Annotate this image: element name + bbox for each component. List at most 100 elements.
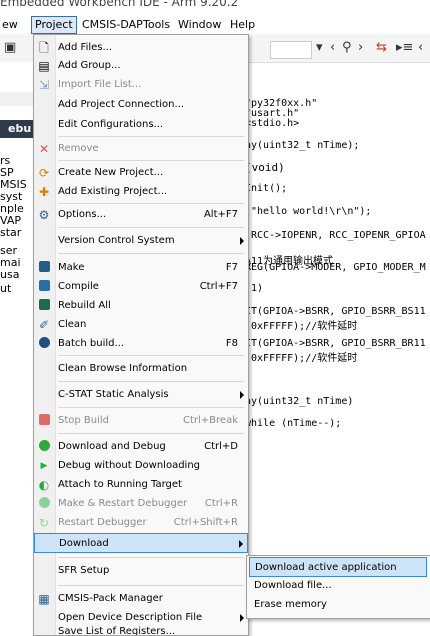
code-line: <stdio.h> [245, 118, 300, 129]
code-line: (void) [245, 161, 285, 174]
submenu-item-download-active-application[interactable]: Download active application [249, 557, 427, 577]
make-icon [37, 261, 51, 275]
next-bookmark-icon[interactable]: ▸≡ [396, 40, 413, 55]
submenu-item-download-file[interactable]: Download file... [249, 576, 427, 596]
menu-item-add-existing-project[interactable]: ✚ Add Existing Project... [34, 182, 248, 202]
menu-item-options[interactable]: ⚙ Options... Alt+F7 [34, 205, 248, 225]
tree-item[interactable]: ut [0, 282, 11, 295]
menu-separator [58, 433, 244, 434]
code-line: IT(GPIOA->BSRR, GPIO_BSRR_BR11 [245, 338, 426, 349]
menu-item-download[interactable]: Download [34, 533, 248, 553]
download-debug-icon [37, 440, 51, 454]
menu-item-clean-browse-information[interactable]: Clean Browse Information [34, 359, 248, 379]
code-line: (0xFFFFF);//软件延时 [245, 321, 358, 332]
back-icon[interactable]: ‹ [330, 40, 335, 55]
menu-project[interactable]: Project [31, 16, 77, 34]
menu-item-edit-configurations[interactable]: Edit Configurations... [34, 115, 248, 135]
menu-item-sfr-setup[interactable]: SFR Setup [34, 561, 248, 581]
submenu-arrow-icon [240, 237, 244, 245]
chevron-down-icon[interactable]: ▾ [316, 40, 323, 55]
menu-item-stop-build[interactable]: Stop Build Ctrl+Break [34, 411, 248, 431]
menu-item-download-and-debug[interactable]: Download and Debug Ctrl+D [34, 437, 248, 457]
remove-icon: ✕ [38, 142, 50, 156]
menu-item-c-stat[interactable]: C-STAT Static Analysis [34, 385, 248, 405]
menu-item-attach-to-running-target[interactable]: ◐ Attach to Running Target [34, 475, 248, 495]
submenu-item-erase-memory[interactable]: Erase memory [249, 595, 427, 615]
debug-no-download-icon: ▶ [40, 461, 48, 471]
menu-window[interactable]: Window [176, 17, 223, 33]
download-submenu: Download active application Download fil… [246, 555, 430, 619]
code-line: REG(GPIOA->MODER, GPIO_MODER_M [245, 262, 426, 273]
menu-item-make-restart-debugger[interactable]: Make & Restart Debugger Ctrl+R [34, 494, 248, 514]
workspace-tab-strip [0, 92, 33, 106]
attach-target-icon: ◐ [38, 478, 50, 492]
menu-separator [58, 227, 244, 228]
menu-item-clean[interactable]: ✐ Clean [34, 315, 248, 335]
forward-icon[interactable]: › [358, 40, 363, 55]
menu-separator [58, 136, 244, 137]
search-icon[interactable]: ⚲ [342, 40, 352, 55]
menu-separator [58, 203, 244, 204]
menu-item-add-files[interactable]: 🗋 Add Files... [34, 38, 248, 58]
make-restart-icon [37, 497, 51, 511]
menu-help[interactable]: Help [228, 17, 257, 33]
menu-separator [58, 557, 244, 558]
menu-separator [58, 253, 244, 254]
menu-item-add-group[interactable]: ▤ Add Group... [34, 56, 248, 76]
submenu-arrow-icon [239, 540, 243, 548]
code-line: IT(GPIOA->BSRR, GPIO_BSRR_BS11 [245, 306, 426, 317]
code-line: Init(); [245, 183, 288, 194]
menu-tools[interactable]: Tools [141, 17, 172, 33]
menu-item-version-control[interactable]: Version Control System [34, 231, 248, 251]
restart-debugger-icon: ↻ [38, 516, 50, 530]
add-files-icon: 🗋 [39, 41, 49, 55]
menu-separator [58, 585, 244, 586]
menu-item-remove[interactable]: ✕ Remove [34, 139, 248, 159]
save-icon[interactable]: ▣ [4, 40, 16, 55]
menu-item-make[interactable]: Make F7 [34, 258, 248, 278]
menu-separator [58, 160, 244, 161]
menu-item-add-project-connection[interactable]: Add Project Connection... [34, 95, 248, 115]
import-file-list-icon: ⇲ [38, 78, 50, 92]
rebuild-icon [37, 299, 51, 313]
menu-separator [58, 355, 244, 356]
submenu-arrow-icon [240, 391, 244, 399]
code-line: ("hello world!\r\n"); [245, 206, 372, 217]
window-title: Embedded Workbench IDE - Arm 9.20.2 [0, 0, 239, 9]
stop-build-icon [37, 414, 51, 428]
code-line: while (nTime--); [245, 418, 342, 429]
workspace-header: ebu [0, 120, 33, 138]
menu-separator [58, 407, 244, 408]
tree-item[interactable]: star [0, 226, 21, 239]
clean-icon: ✐ [38, 318, 50, 332]
code-line: (RCC->IOPENR, RCC_IOPENR_GPIOA [245, 230, 426, 241]
prev-bookmark-icon[interactable]: ‹ [418, 40, 423, 55]
batch-build-icon [37, 337, 51, 351]
menu-item-restart-debugger[interactable]: ↻ Restart Debugger Ctrl+Shift+R [34, 513, 248, 533]
menu-item-create-new-project[interactable]: ⟳ Create New Project... [34, 163, 248, 183]
tree-item[interactable]: usa [0, 268, 19, 281]
menu-item-cmsis-pack-manager[interactable]: ▦ CMSIS-Pack Manager [34, 589, 248, 609]
workspace-pane: ebu rs SP MSIS syst nple VAP star ser ma… [0, 62, 34, 634]
menu-view-partial[interactable]: ew [0, 17, 20, 33]
menu-item-compile[interactable]: Compile Ctrl+F7 [34, 277, 248, 297]
menu-item-import-file-list[interactable]: ⇲ Import File List... [34, 75, 248, 95]
toolbar-dropdown[interactable] [270, 41, 312, 59]
title-bar: Embedded Workbench IDE - Arm 9.20.2 [0, 0, 430, 14]
code-line: ay(uint32_t nTime) [245, 396, 354, 407]
menu-cmsis-dap[interactable]: CMSIS-DAP [80, 17, 145, 33]
menu-bar: ew Project CMSIS-DAP Tools Window Help [0, 14, 430, 35]
menu-item-debug-without-downloading[interactable]: ▶ Debug without Downloading [34, 456, 248, 476]
menu-separator [58, 381, 244, 382]
compile-icon [37, 280, 51, 294]
code-line: (0xFFFFF);//软件延时 [245, 353, 358, 364]
code-line: ay(uint32_t nTime); [245, 140, 360, 151]
menu-item-batch-build[interactable]: Batch build... F8 [34, 334, 248, 354]
add-existing-project-icon: ✚ [38, 185, 50, 199]
cmsis-pack-icon: ▦ [38, 592, 50, 606]
project-menu: 🗋 Add Files... ▤ Add Group... ⇲ Import F… [33, 34, 249, 636]
menu-item-rebuild-all[interactable]: Rebuild All [34, 296, 248, 316]
toggle-bookmark-icon[interactable]: ⇆ [376, 40, 387, 55]
create-project-icon: ⟳ [38, 166, 50, 180]
submenu-arrow-icon [240, 614, 244, 622]
